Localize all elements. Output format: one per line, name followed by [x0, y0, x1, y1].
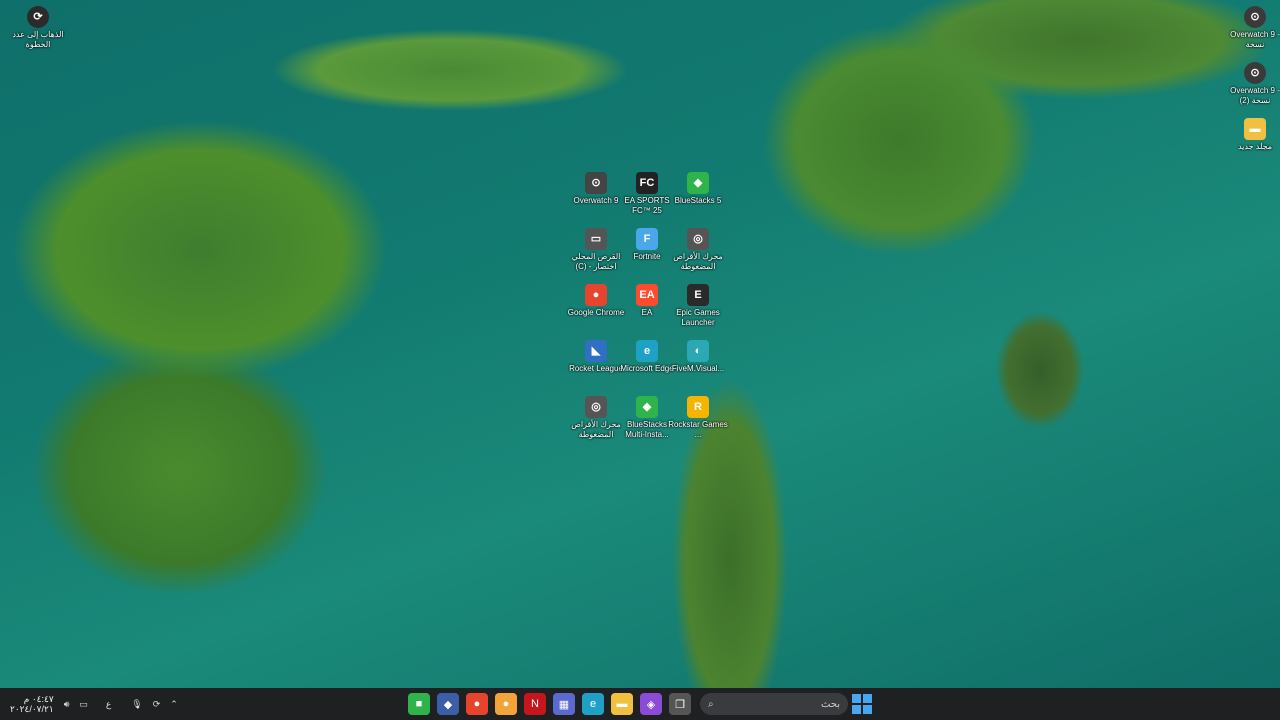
disc-icon: ◎ [585, 396, 607, 418]
microphone-icon[interactable]: 🎙︎ [131, 699, 142, 710]
desktop-item-label: Epic Games Launcher [676, 308, 720, 327]
rocket-league-icon: ◣ [585, 340, 607, 362]
desktop-item-overwatch-copy-2[interactable]: ⊙ Overwatch 9 - نسخة (2) [1225, 62, 1280, 106]
chrome-taskbar-icon[interactable]: ● [466, 693, 488, 715]
ea-sports-fc-icon: FC [636, 172, 658, 194]
network-icon[interactable]: ▭ [79, 699, 88, 710]
chevron-up-icon[interactable]: ⌃ [170, 699, 178, 710]
notification-app-icon[interactable]: ● [495, 693, 517, 715]
folder-icon: ▬ [1244, 118, 1266, 140]
search-box[interactable]: ⌕ بحث [700, 693, 848, 715]
desktop-item-overwatch-copy[interactable]: ⊙ Overwatch 9 - نسخة [1225, 6, 1280, 50]
desktop-item-top-left[interactable]: ⟳ الذهاب إلى عدد الخطوة [8, 6, 68, 50]
search-placeholder: بحث [820, 698, 840, 710]
clock[interactable]: ٠٤:٤٧ م ٢٠٢٤/٠٧/٢١ [10, 694, 54, 714]
file-explorer-icon[interactable]: ▬ [611, 693, 633, 715]
desktop-item-label: BlueStacks 5 [674, 196, 722, 205]
desktop-item[interactable]: ◎ محرك الأقراص المضغوطة [668, 228, 728, 272]
windows-logo-tile [863, 694, 872, 703]
multicolor-app-icon[interactable]: ◈ [640, 693, 662, 715]
desktop-item-label: مجلد جديد [1237, 142, 1273, 151]
clock-time: ٠٤:٤٧ م [23, 694, 54, 704]
recycle-icon: ⟳ [27, 6, 49, 28]
edge-icon: e [636, 340, 658, 362]
rockstar-icon: R [687, 396, 709, 418]
overwatch-icon: ⊙ [1244, 6, 1266, 28]
desktop-item[interactable]: ◐ FiveM.Visual... [668, 340, 728, 374]
bluestacks-multi-icon: ◆ [636, 396, 658, 418]
desktop-item-label: Overwatch 9 - نسخة [1230, 30, 1280, 49]
language-indicator[interactable]: ع [106, 699, 111, 710]
system-tray: ٠٤:٤٧ م ٢٠٢٤/٠٧/٢١ 🔊︎ ▭ ع 🎙︎ ⟳ ⌃ [10, 688, 178, 720]
desktop-item[interactable]: R Rockstar Games ... [668, 396, 728, 440]
sync-icon[interactable]: ⟳ [153, 699, 161, 710]
windows-logo-tile [852, 694, 861, 703]
chrome-icon: ● [585, 284, 607, 306]
desktop-item[interactable]: E Epic Games Launcher [668, 284, 728, 328]
fortnite-icon: F [636, 228, 658, 250]
task-view-icon[interactable]: ❐ [669, 693, 691, 715]
taskbar: ٠٤:٤٧ م ٢٠٢٤/٠٧/٢١ 🔊︎ ▭ ع 🎙︎ ⟳ ⌃ ■ ◆ ● ● N ▦ e… [0, 688, 1280, 720]
desktop-item-label: Rockstar Games ... [668, 420, 728, 439]
start-button[interactable] [852, 694, 872, 714]
search-icon: ⌕ [708, 698, 714, 710]
overwatch-icon: ⊙ [1244, 62, 1266, 84]
desktop-item-label: الذهاب إلى عدد الخطوة [12, 30, 64, 49]
clock-date: ٢٠٢٤/٠٧/٢١ [10, 704, 54, 714]
desktop-item-label: محرك الأقراص المضغوطة [673, 252, 723, 271]
ea-icon: EA [636, 284, 658, 306]
windows-logo-tile [852, 705, 861, 714]
edge-taskbar-icon[interactable]: e [582, 693, 604, 715]
fivem-icon: ◐ [687, 340, 709, 362]
bluestacks-icon: ◆ [687, 172, 709, 194]
desktop-item-new-folder[interactable]: ▬ مجلد جديد [1225, 118, 1280, 152]
overwatch-icon: ⊙ [585, 172, 607, 194]
disc-icon: ◎ [687, 228, 709, 250]
volume-icon[interactable]: 🔊︎ [64, 699, 70, 710]
taskbar-pinned-apps: ■ ◆ ● ● N ▦ e ▬ ◈ ❐ [408, 693, 691, 715]
app-green-icon[interactable]: ■ [408, 693, 430, 715]
desktop-item-label: FiveM.Visual... [671, 364, 725, 373]
desktop-item-label: Overwatch 9 - نسخة (2) [1230, 86, 1280, 105]
desktop-item[interactable]: ◆ BlueStacks 5 [668, 172, 728, 206]
store-icon[interactable]: ▦ [553, 693, 575, 715]
epic-games-icon: E [687, 284, 709, 306]
drive-icon: ▭ [585, 228, 607, 250]
windows-logo-tile [863, 705, 872, 714]
shield-app-icon[interactable]: ◆ [437, 693, 459, 715]
netflix-icon[interactable]: N [524, 693, 546, 715]
